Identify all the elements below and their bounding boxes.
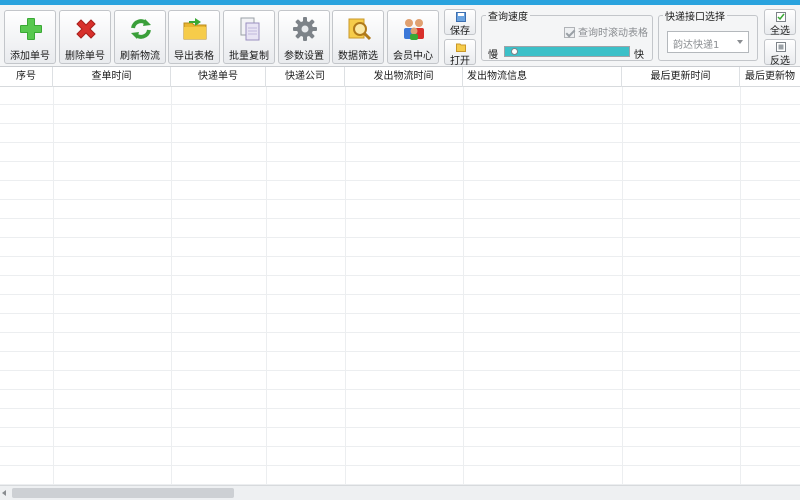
gear-icon [293,17,317,41]
query-speed-title: 查询速度 [486,8,530,23]
column-header-ship-time[interactable]: 发出物流时间 [345,67,463,87]
courier-api-selected: 韵达快递1 [673,40,720,51]
members-icon [404,19,424,40]
slow-label: 慢 [488,50,498,61]
refresh-icon [131,19,151,39]
open-label: 打开 [450,56,470,67]
select-all-icon [776,12,786,22]
column-header-tracking-number[interactable]: 快递单号 [171,67,266,87]
settings-label: 参数设置 [284,51,324,62]
plus-icon [20,18,42,40]
table-header: 序号 查单时间 快递单号 快递公司 发出物流时间 发出物流信息 最后更新时间 最… [0,67,800,87]
column-header-ship-info[interactable]: 发出物流信息 [463,67,622,87]
column-divider [171,87,172,485]
column-header-query-time[interactable]: 查单时间 [53,67,171,87]
column-header-last-update-info[interactable]: 最后更新物 [740,67,800,87]
settings-button[interactable]: 参数设置 [278,10,330,64]
export-table-button[interactable]: 导出表格 [168,10,220,64]
save-button[interactable]: 保存 [444,9,476,37]
delete-number-label: 删除单号 [65,51,105,62]
open-button[interactable]: 打开 [444,39,476,67]
invert-selection-label: 反选 [770,56,790,67]
data-filter-label: 数据筛选 [338,51,378,62]
horizontal-scrollbar-thumb[interactable] [12,488,234,498]
batch-copy-button[interactable]: 批量复制 [223,10,275,64]
batch-copy-label: 批量复制 [229,51,269,62]
column-header-index[interactable]: 序号 [0,67,53,87]
chevron-down-icon [737,40,743,44]
export-folder-icon [183,18,207,40]
copy-icon [240,17,260,41]
filter-search-icon [348,18,372,41]
speed-slider[interactable] [504,46,630,57]
save-label: 保存 [450,26,470,37]
column-header-last-update-time[interactable]: 最后更新时间 [622,67,740,87]
refresh-logistics-label: 刷新物流 [120,51,160,62]
courier-api-select[interactable]: 韵达快递1 [667,31,749,53]
courier-api-title: 快递接口选择 [663,8,727,23]
data-filter-button[interactable]: 数据筛选 [332,10,384,64]
scroll-table-checkbox-label: 查询时滚动表格 [578,28,648,39]
speed-slider-fill [505,47,629,56]
scroll-table-checkbox-row[interactable]: 查询时滚动表格 [564,24,648,39]
tracking-table[interactable]: 序号 查单时间 快递单号 快递公司 发出物流时间 发出物流信息 最后更新时间 最… [0,67,800,485]
open-folder-icon [456,43,466,52]
scroll-table-checkbox[interactable] [564,27,575,38]
column-header-courier[interactable]: 快递公司 [266,67,345,87]
save-icon [456,12,466,22]
horizontal-scrollbar[interactable] [0,485,800,500]
courier-api-group: 快递接口选择 韵达快递1 [658,8,758,61]
delete-x-icon [76,19,96,39]
refresh-logistics-button[interactable]: 刷新物流 [114,10,166,64]
toolbar: 添加单号 删除单号 刷新物流 导出表格 批量复制 参数设置 数据筛选 会员中心 … [0,5,800,67]
delete-number-button[interactable]: 删除单号 [59,10,111,64]
fast-label: 快 [634,50,644,61]
column-divider [53,87,54,485]
column-divider [463,87,464,485]
invert-selection-icon [776,42,786,52]
scroll-left-arrow-icon[interactable] [2,490,6,496]
column-divider [345,87,346,485]
invert-selection-button[interactable]: 反选 [764,39,796,67]
member-center-button[interactable]: 会员中心 [387,10,439,64]
select-all-button[interactable]: 全选 [764,9,796,37]
column-divider [740,87,741,485]
column-divider [622,87,623,485]
select-all-label: 全选 [770,26,790,37]
member-center-label: 会员中心 [393,51,433,62]
column-divider [266,87,267,485]
query-speed-group: 查询速度 查询时滚动表格 慢 快 [481,8,653,61]
add-number-label: 添加单号 [10,51,50,62]
speed-slider-thumb[interactable] [511,48,518,55]
export-table-label: 导出表格 [174,51,214,62]
add-number-button[interactable]: 添加单号 [4,10,56,64]
